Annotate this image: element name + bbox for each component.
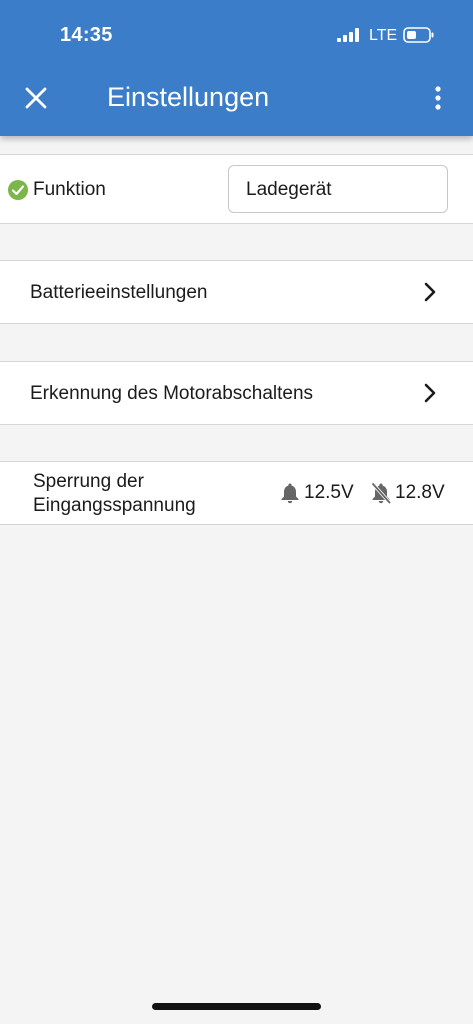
chevron-right-icon — [423, 282, 437, 307]
more-options-button[interactable] — [424, 84, 452, 116]
alarm-on-value: 12.5V — [304, 482, 354, 503]
function-value: Ladegerät — [246, 179, 332, 200]
home-indicator[interactable] — [152, 1003, 321, 1010]
close-icon — [25, 87, 47, 114]
bell-off-icon — [371, 482, 391, 509]
status-bar: 14:35 LTE — [0, 0, 473, 70]
input-voltage-lock-row[interactable]: Sperrung der Eingangsspannung 12.5V 12.8… — [0, 461, 473, 525]
alarm-off-value: 12.8V — [395, 482, 445, 503]
signal-icon — [337, 28, 359, 47]
function-label: Funktion — [33, 179, 106, 200]
close-button[interactable] — [20, 84, 52, 116]
app-bar: 14:35 LTE Einstellungen — [0, 0, 473, 136]
chevron-right-icon — [423, 383, 437, 408]
battery-settings-row[interactable]: Batterieeinstellungen — [0, 260, 473, 324]
check-circle-icon — [8, 180, 28, 205]
lock-label-line1: Sperrung der — [33, 471, 144, 492]
input-voltage-lock-label: Sperrung der Eingangsspannung — [33, 470, 253, 518]
lock-label-line2: Eingangsspannung — [33, 495, 196, 516]
more-vert-icon — [435, 85, 441, 115]
network-type: LTE — [369, 27, 398, 44]
engine-shutdown-detection-label: Erkennung des Motorabschaltens — [30, 383, 314, 404]
bell-icon — [280, 482, 300, 509]
function-select[interactable]: Ladegerät — [228, 165, 448, 213]
function-row: Funktion Ladegerät — [0, 154, 473, 224]
engine-shutdown-detection-row[interactable]: Erkennung des Motorabschaltens — [0, 361, 473, 425]
battery-icon — [403, 27, 435, 48]
status-time: 14:35 — [60, 24, 113, 46]
battery-settings-label: Batterieeinstellungen — [30, 282, 208, 303]
page-title: Einstellungen — [107, 82, 270, 112]
